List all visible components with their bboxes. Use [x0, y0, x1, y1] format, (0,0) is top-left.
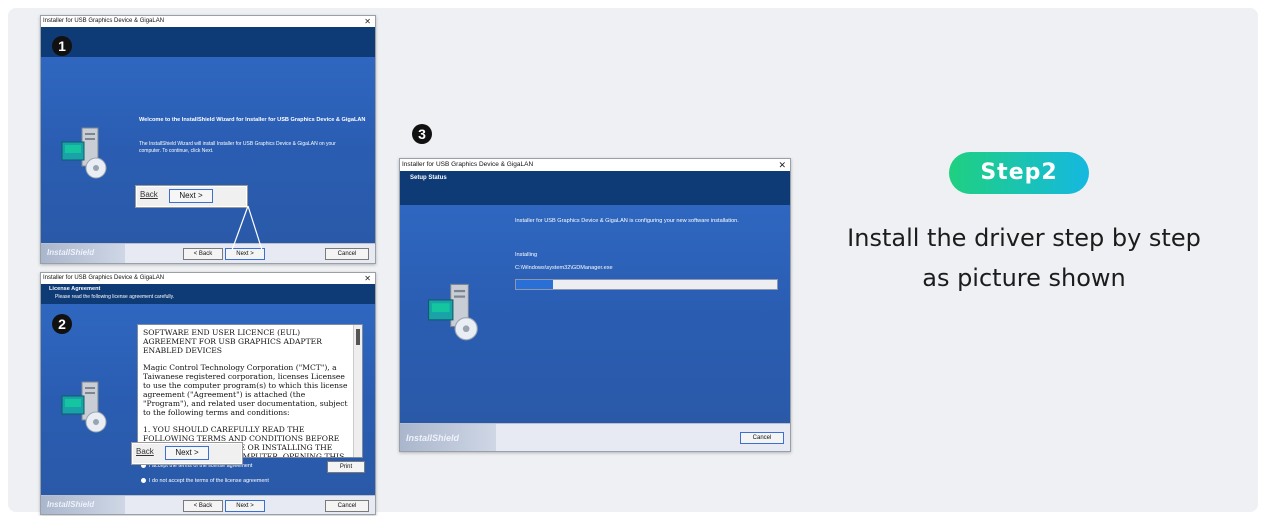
welcome-title: Welcome to the InstallShield Wizard for …: [139, 117, 366, 123]
step-number-badge: 1: [52, 36, 72, 56]
callout-back-button: Back: [140, 190, 158, 199]
step-number-badge: 3: [412, 124, 432, 144]
license-scrollbar[interactable]: [353, 325, 362, 457]
installing-label: Installing: [515, 252, 538, 258]
cancel-button[interactable]: Cancel: [325, 500, 369, 512]
cancel-button[interactable]: Cancel: [325, 248, 369, 260]
instruction-text: Install the driver step by step as pictu…: [847, 224, 1201, 292]
cancel-button[interactable]: Cancel: [740, 432, 784, 444]
header-title: Setup Status: [410, 175, 447, 181]
window-title: Installer for USB Graphics Device & Giga…: [402, 161, 534, 168]
step-number-badge: 2: [52, 314, 72, 334]
license-paragraph: Magic Control Technology Corporation ("M…: [143, 363, 348, 417]
installing-path: C:\Windows\system32\GDManager.exe: [515, 265, 613, 271]
window-header: Setup Status: [400, 171, 790, 205]
callout-next-button: Next >: [169, 189, 213, 203]
window-titlebar: Installer for USB Graphics Device & Giga…: [41, 273, 375, 284]
license-heading: SOFTWARE END USER LICENCE (EUL) AGREEMEN…: [143, 328, 322, 355]
next-button[interactable]: Next >: [225, 248, 265, 260]
radio-icon: [141, 478, 146, 484]
step-badge: Step2: [949, 152, 1089, 194]
window-header: License Agreement Please read the follow…: [41, 284, 375, 304]
close-icon[interactable]: ✕: [364, 16, 371, 27]
header-subtitle: Please read the following license agreem…: [55, 294, 175, 300]
zoom-callout: Back Next >: [131, 442, 243, 465]
decline-radio[interactable]: I do not accept the terms of the license…: [141, 477, 269, 485]
next-button[interactable]: Next >: [225, 500, 265, 512]
license-text-box[interactable]: SOFTWARE END USER LICENCE (EUL) AGREEMEN…: [137, 324, 363, 458]
installshield-logo: InstallShield: [41, 496, 125, 514]
close-icon[interactable]: ✕: [778, 159, 786, 171]
status-text: Installer for USB Graphics Device & Giga…: [515, 218, 739, 224]
computer-cd-icon: [427, 283, 478, 341]
installshield-logo: InstallShield: [400, 424, 496, 451]
welcome-text: The InstallShield Wizard will install In…: [139, 141, 336, 154]
computer-cd-icon: [61, 381, 107, 433]
callout-back-button: Back: [136, 447, 154, 456]
window-footer: InstallShield < Back Next > Cancel: [41, 495, 375, 514]
decline-label: I do not accept the terms of the license…: [149, 478, 269, 484]
back-button[interactable]: < Back: [183, 248, 223, 260]
callout-next-button: Next >: [165, 446, 209, 460]
header-title: License Agreement: [49, 286, 101, 292]
computer-cd-icon: [61, 127, 107, 179]
window-title: Installer for USB Graphics Device & Giga…: [43, 275, 165, 281]
window-title: Installer for USB Graphics Device & Giga…: [43, 18, 165, 24]
close-icon[interactable]: ✕: [364, 273, 371, 284]
back-button[interactable]: < Back: [183, 500, 223, 512]
scrollbar-thumb[interactable]: [356, 329, 360, 345]
zoom-callout: Back Next >: [135, 185, 248, 208]
window-footer: InstallShield < Back Next > Cancel: [41, 243, 375, 263]
window-titlebar: Installer for USB Graphics Device & Giga…: [400, 159, 790, 171]
installshield-logo: InstallShield: [41, 244, 125, 263]
progress-bar: [515, 279, 778, 290]
window-header: [41, 27, 375, 57]
window-footer: InstallShield Cancel: [400, 423, 790, 451]
window-titlebar: Installer for USB Graphics Device & Giga…: [41, 16, 375, 27]
print-button[interactable]: Print: [327, 461, 365, 473]
progress-fill: [516, 280, 553, 289]
